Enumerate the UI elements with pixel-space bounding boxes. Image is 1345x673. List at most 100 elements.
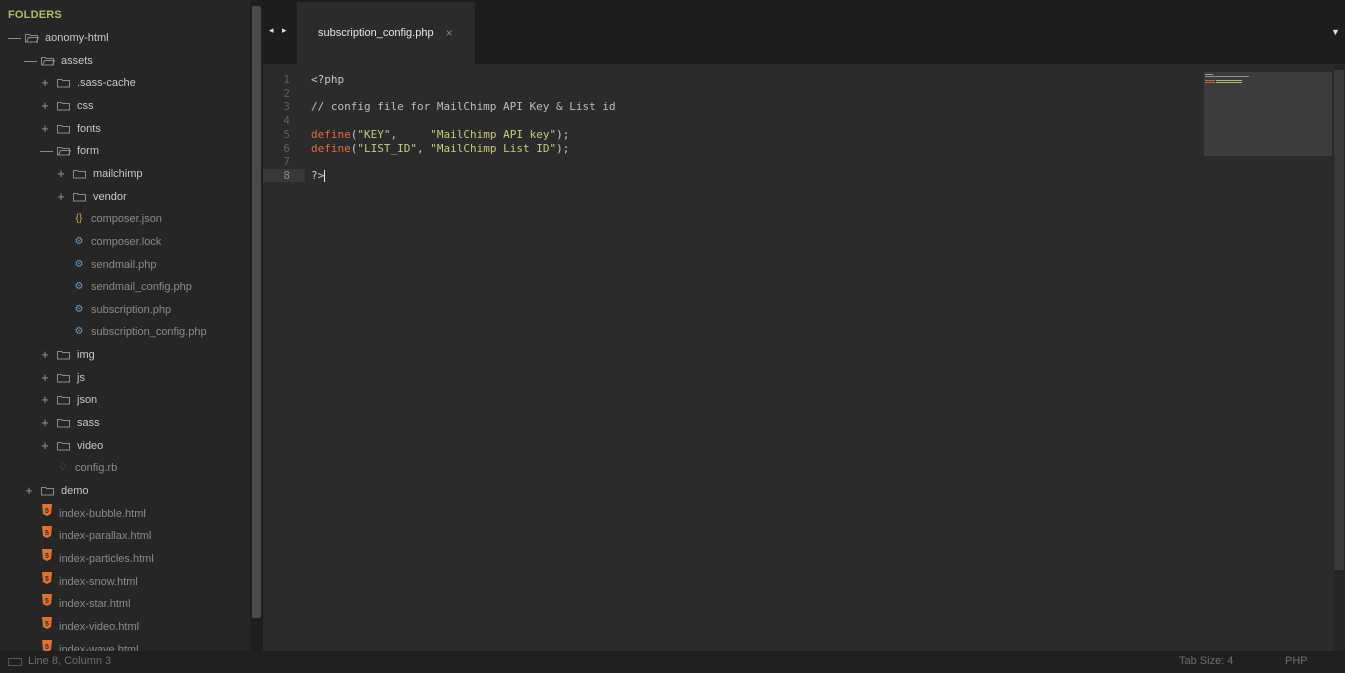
line-number: 6 xyxy=(283,141,290,155)
folder-item[interactable]: + video xyxy=(40,436,103,456)
html5-icon: 5 xyxy=(41,571,53,592)
code-token: define xyxy=(311,141,351,155)
file-item[interactable]: 5 index-star.html xyxy=(24,594,131,614)
expand-icon[interactable]: + xyxy=(40,368,50,388)
code-line: define("LIST_ID", "MailChimp List ID"); xyxy=(311,142,569,156)
expand-icon[interactable]: + xyxy=(40,390,50,410)
tree-item-label: index-parallax.html xyxy=(59,530,152,543)
folder-open-icon xyxy=(57,146,71,156)
tree-item-label: index-wave.html xyxy=(59,643,139,651)
folder-item[interactable]: + img xyxy=(40,345,95,365)
cursor-position: Line 8, Column 3 xyxy=(28,655,112,667)
folder-icon xyxy=(57,124,71,134)
code-token: ?> xyxy=(311,168,325,182)
minimap-line xyxy=(1205,76,1249,77)
tree-item-label: subscription_config.php xyxy=(91,326,207,339)
expand-icon[interactable]: + xyxy=(40,73,50,93)
editor-scrollbar-thumb[interactable] xyxy=(1334,70,1344,570)
file-item[interactable]: 5 index-bubble.html xyxy=(24,503,146,524)
line-number: 7 xyxy=(283,155,290,169)
tree-item-label: demo xyxy=(61,485,89,497)
folders-title: FOLDERS xyxy=(8,9,62,21)
html5-icon: 5 xyxy=(41,526,53,546)
folder-icon xyxy=(57,395,71,405)
folder-item[interactable]: + fonts xyxy=(40,119,101,139)
code-token: <?php xyxy=(311,73,345,86)
minimap-line xyxy=(1216,80,1242,81)
tree-item-label: vendor xyxy=(93,190,127,203)
tab-nav-arrows[interactable]: ◂ ▸ xyxy=(269,25,290,36)
folder-icon xyxy=(73,169,87,179)
text-cursor xyxy=(324,169,326,182)
collapse-icon[interactable]: — xyxy=(24,51,37,71)
tree-item-label: subscription.php xyxy=(91,303,172,316)
editor-scrollbar[interactable] xyxy=(1333,64,1345,651)
file-item[interactable]: 5 index-video.html xyxy=(24,616,139,637)
folder-item[interactable]: + demo xyxy=(24,481,89,501)
file-item[interactable]: 5 index-parallax.html xyxy=(24,526,151,546)
tab-size-indicator[interactable]: Tab Size: 4 xyxy=(1179,655,1233,667)
folder-item[interactable]: + vendor xyxy=(56,187,127,207)
svg-text:5: 5 xyxy=(45,576,49,583)
file-item[interactable]: ♢ config.rb xyxy=(40,458,118,478)
folder-item[interactable]: + mailchimp xyxy=(56,164,143,184)
tree-item-label: sass xyxy=(77,417,100,430)
file-item[interactable]: 5 index-particles.html xyxy=(24,548,154,569)
sidebar-scrollbar[interactable] xyxy=(250,0,263,651)
minimap-line xyxy=(1205,74,1213,75)
file-item[interactable]: ⚙ composer.lock xyxy=(56,232,162,252)
minimap[interactable] xyxy=(1204,72,1332,156)
sidebar: FOLDERS — aonomy-html — assets + .sass-cache +… xyxy=(0,0,250,651)
code-token: "MailChimp List ID" xyxy=(430,141,557,155)
expand-icon[interactable]: + xyxy=(40,345,50,365)
folder-item[interactable]: + css xyxy=(40,96,93,116)
folder-item[interactable]: + js xyxy=(40,368,85,388)
sidebar-scrollbar-thumb[interactable] xyxy=(252,6,261,618)
file-item[interactable]: ⚙ sendmail.php xyxy=(56,255,157,275)
code-editor[interactable]: 12345678 <?php // config file for MailChi… xyxy=(263,64,1333,651)
gear-icon: ⚙ xyxy=(74,303,84,315)
code-token: "LIST_ID" xyxy=(357,141,417,155)
file-item[interactable]: ⚙ subscription.php xyxy=(56,300,172,320)
tree-item-label: mailchimp xyxy=(93,167,143,180)
line-number: 4 xyxy=(283,114,290,128)
code-token: define xyxy=(311,127,351,141)
panel-toggle-icon[interactable] xyxy=(8,658,22,666)
tree-item-label: index-bubble.html xyxy=(59,507,146,520)
tab-subscription-config[interactable]: subscription_config.php × xyxy=(297,2,475,64)
folder-item[interactable]: — aonomy-html xyxy=(8,28,109,48)
tab-menu-chevron-down-icon[interactable]: ▼ xyxy=(1331,27,1340,37)
code-token: , xyxy=(390,127,431,141)
code-line: define("KEY", "MailChimp API key"); xyxy=(311,128,569,142)
collapse-icon[interactable]: — xyxy=(40,141,53,161)
folder-item[interactable]: + sass xyxy=(40,413,100,433)
file-item[interactable]: ⚙ sendmail_config.php xyxy=(56,277,192,297)
expand-icon[interactable]: + xyxy=(40,413,50,433)
tree-item-label: sendmail.php xyxy=(91,258,157,271)
expand-icon[interactable]: + xyxy=(24,481,34,501)
html5-icon: 5 xyxy=(41,548,53,569)
folder-item[interactable]: — assets xyxy=(24,51,93,71)
code-token: "MailChimp API key" xyxy=(430,127,557,141)
folder-item[interactable]: + .sass-cache xyxy=(40,73,136,93)
expand-icon[interactable]: + xyxy=(40,119,50,139)
expand-icon[interactable]: + xyxy=(56,187,66,207)
close-icon[interactable]: × xyxy=(446,26,453,40)
gear-icon: ⚙ xyxy=(74,258,84,270)
expand-icon[interactable]: + xyxy=(40,436,50,456)
collapse-icon[interactable]: — xyxy=(8,28,21,48)
expand-icon[interactable]: + xyxy=(56,164,66,184)
tree-item-label: .sass-cache xyxy=(77,77,136,90)
syntax-indicator[interactable]: PHP xyxy=(1285,655,1308,667)
file-item[interactable]: ⚙ subscription_config.php xyxy=(56,322,207,342)
folder-item[interactable]: + json xyxy=(40,390,97,410)
file-item[interactable]: {} composer.json xyxy=(56,209,162,229)
expand-icon[interactable]: + xyxy=(40,96,50,116)
file-item[interactable]: 5 index-snow.html xyxy=(24,571,138,592)
folder-icon xyxy=(41,486,55,496)
folder-icon xyxy=(57,441,71,451)
html5-icon: 5 xyxy=(41,594,53,614)
file-item[interactable]: 5 index-wave.html xyxy=(24,639,139,651)
folder-item[interactable]: — form xyxy=(40,141,99,161)
minimap-line xyxy=(1205,80,1215,81)
